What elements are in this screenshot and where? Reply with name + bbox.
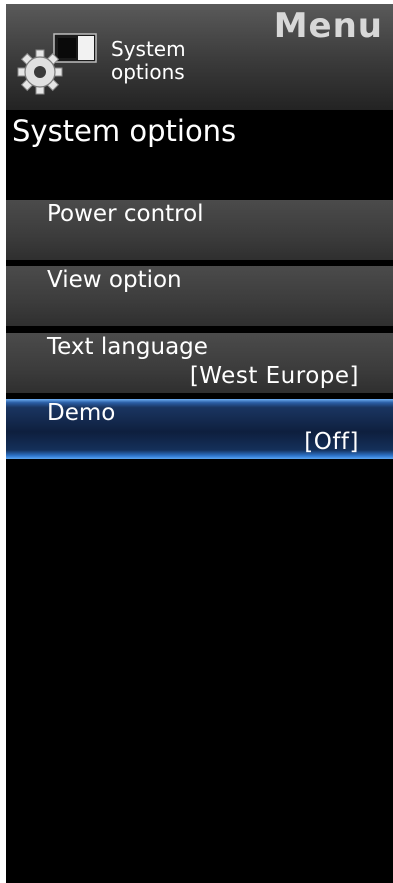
category-label: System options: [111, 38, 231, 84]
menu-item-text-language[interactable]: Text language [West Europe]: [6, 333, 393, 393]
menu-title: Menu: [273, 6, 383, 46]
menu-item-view-option[interactable]: View option: [6, 266, 393, 326]
menu-item-value: [West Europe]: [189, 363, 359, 389]
menu-item-label: View option: [47, 267, 182, 293]
menu-item-label: Demo: [47, 400, 116, 426]
tv-menu-screen: System options Menu System options Power…: [6, 4, 393, 883]
section-title: System options: [12, 114, 237, 148]
menu-item-label: Text language: [47, 334, 208, 360]
menu-header: System options Menu: [6, 4, 393, 110]
menu-item-value: [Off]: [304, 429, 359, 455]
menu-item-power-control[interactable]: Power control: [6, 200, 393, 260]
menu-item-label: Power control: [47, 201, 204, 227]
gear-icon: [17, 33, 97, 95]
menu-item-demo[interactable]: Demo [Off]: [6, 399, 393, 459]
category-label-line1: System: [111, 37, 186, 61]
category-label-line2: options: [111, 60, 185, 84]
